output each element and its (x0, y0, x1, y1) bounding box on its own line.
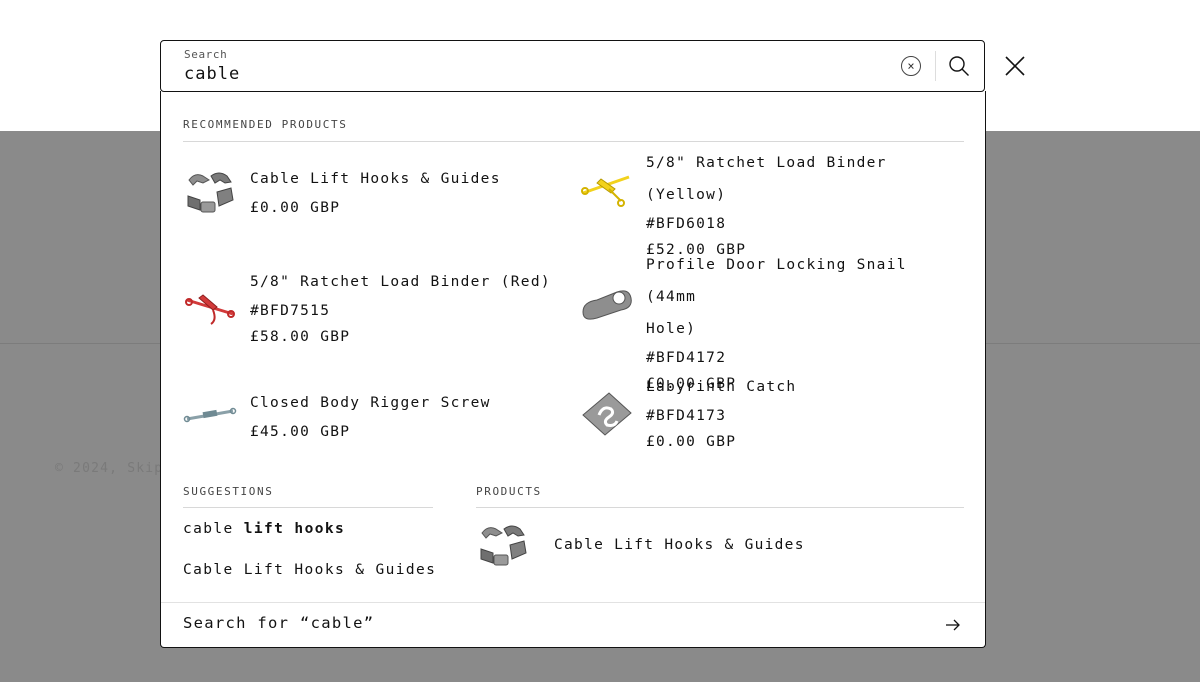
product-title: 5/8" Ratchet Load Binder (Yellow) (646, 155, 887, 203)
product-thumbnail (582, 290, 632, 320)
arrow-right-icon (946, 619, 960, 631)
recommended-product[interactable]: Labyrinth Catch #BFD4173 £0.00 GBP (579, 377, 964, 462)
product-result[interactable]: Cable Lift Hooks & Guides (476, 519, 956, 574)
product-sku: #BFD4173 (646, 408, 727, 424)
product-sku: #BFD7515 (250, 303, 331, 319)
product-title-line2: Hole) (646, 321, 697, 337)
clear-search-button[interactable]: × (901, 56, 921, 76)
suggestion-rest: lift hooks (233, 521, 346, 537)
search-for-label: Search for “cable” (183, 614, 375, 632)
suggestions-heading: Suggestions (183, 485, 274, 498)
product-sku: #BFD6018 (646, 216, 727, 232)
products-rule (476, 507, 964, 508)
search-for-row[interactable]: Search for “cable” (161, 602, 985, 647)
product-title: 5/8" Ratchet Load Binder (Red) (250, 274, 551, 290)
background-copyright: © 2024, Skip (55, 461, 164, 476)
product-thumbnail (183, 407, 237, 423)
suggestion-item[interactable]: cable lift hooks (183, 521, 345, 537)
recommended-product[interactable]: Closed Body Rigger Screw £45.00 GBP (183, 389, 563, 449)
predictive-search-dropdown: Recommended products Cable Lift Hooks & … (160, 91, 986, 648)
suggestion-match: cable (183, 521, 234, 537)
product-thumbnail (581, 175, 630, 207)
recommended-product[interactable]: Profile Door Locking Snail (44mm Hole) #… (579, 249, 964, 392)
recommended-product[interactable]: Cable Lift Hooks & Guides £0.00 GBP (183, 166, 553, 226)
product-price: £58.00 GBP (250, 329, 351, 345)
search-input[interactable]: cable (184, 64, 240, 84)
product-thumbnail (185, 294, 235, 325)
close-icon[interactable] (1004, 55, 1026, 77)
product-thumbnail (187, 172, 234, 213)
suggestion-item[interactable]: Cable Lift Hooks & Guides (183, 562, 436, 578)
product-title: Closed Body Rigger Screw (250, 395, 491, 411)
product-title: Labyrinth Catch (646, 379, 797, 395)
product-price: £0.00 GBP (250, 200, 341, 216)
recommended-heading: Recommended products (183, 118, 348, 131)
product-sku: #BFD4172 (646, 350, 727, 366)
search-field[interactable]: Search cable × (160, 40, 985, 92)
search-icon[interactable] (948, 55, 970, 77)
product-title-line1: Profile Door Locking Snail (44mm (646, 257, 907, 305)
product-price: £0.00 GBP (646, 434, 737, 450)
product-thumbnail (480, 525, 527, 566)
suggestions-rule (183, 507, 433, 508)
recommended-product[interactable]: 5/8" Ratchet Load Binder (Yellow) #BFD60… (579, 153, 964, 258)
product-title: Cable Lift Hooks & Guides (554, 537, 805, 553)
product-title: Cable Lift Hooks & Guides (250, 171, 501, 187)
product-price: £45.00 GBP (250, 424, 351, 440)
search-separator (935, 51, 936, 81)
product-thumbnail (582, 392, 632, 436)
recommended-rule (183, 141, 964, 142)
recommended-product[interactable]: 5/8" Ratchet Load Binder (Red) #BFD7515 … (183, 264, 563, 354)
search-label: Search (184, 48, 228, 61)
products-heading: Products (476, 485, 542, 498)
suggestion-rest: Cable Lift Hooks & Guides (183, 562, 437, 578)
